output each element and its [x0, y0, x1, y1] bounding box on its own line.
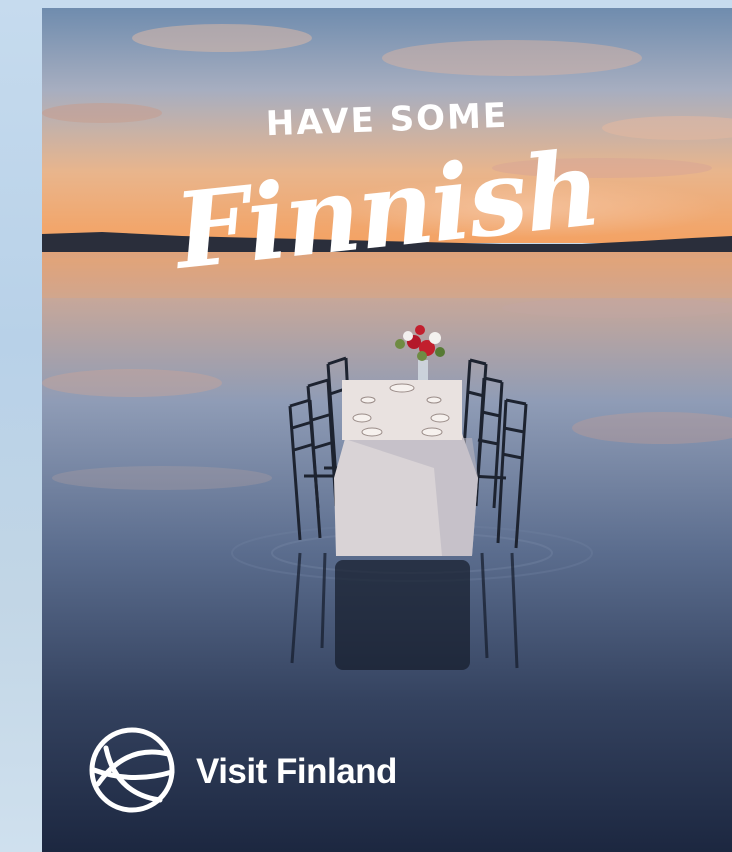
page-left-strip — [0, 0, 42, 852]
cloud-reflection — [42, 369, 222, 397]
brand-name: Visit Finland — [196, 752, 397, 791]
cloud — [382, 40, 642, 76]
visit-finland-logo-icon — [89, 727, 175, 813]
table-reflection — [335, 560, 470, 670]
cloud-reflection — [502, 298, 732, 318]
page-top-strip — [0, 0, 732, 8]
cloud-reflection — [52, 466, 272, 490]
visit-finland-poster: HAVE SOME Finnish Visit Finland — [42, 8, 732, 852]
cloud — [132, 24, 312, 52]
